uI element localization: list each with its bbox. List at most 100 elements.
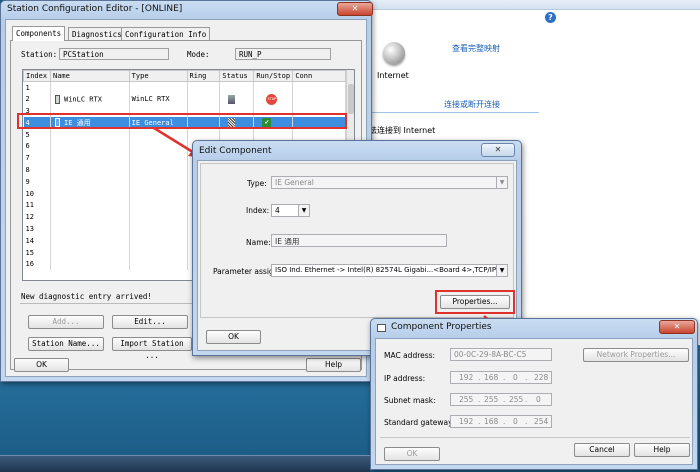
cell-name (50, 187, 130, 200)
cell-ring (187, 93, 221, 106)
tab-diagnostics[interactable]: Diagnostics (68, 27, 126, 41)
octet-dot: . (503, 395, 506, 404)
view-full-map-link[interactable]: 查看完整映射 (452, 43, 500, 54)
index-select[interactable]: 4 ▼ (271, 204, 310, 217)
cell-run-stop: STOP (253, 93, 294, 106)
name-label: Name: (246, 238, 271, 247)
chevron-down-icon[interactable]: ▼ (496, 265, 507, 276)
cell-name (50, 246, 130, 259)
column-header[interactable]: Conn (292, 70, 346, 82)
column-header[interactable]: Index (23, 70, 51, 82)
cell-type (129, 187, 188, 200)
ip-octet: 168 (484, 373, 499, 382)
cell-index: 10 (23, 187, 51, 200)
cell-type (129, 81, 188, 94)
cell-name (50, 140, 130, 153)
type-label: Type: (247, 179, 267, 188)
station-name-button[interactable]: Station Name... (28, 337, 104, 351)
cell-type (129, 223, 188, 235)
column-header[interactable]: Name (49, 70, 130, 82)
gateway-octet: 254 (534, 417, 549, 426)
close-button[interactable]: ✕ (481, 143, 515, 157)
close-button[interactable]: ✕ (659, 320, 695, 334)
table-row[interactable]: 1 (23, 81, 346, 94)
status-message: New diagnostic entry arrived! (21, 292, 152, 301)
gateway-field: 192 . 168 . 0 . 254 (450, 415, 552, 428)
octet-dot: . (478, 417, 481, 426)
cell-name (50, 199, 130, 212)
ok-button[interactable]: OK (206, 330, 261, 344)
column-header[interactable]: Status (219, 70, 255, 82)
column-header[interactable]: Type (128, 70, 188, 82)
ip-octet: 192 (459, 373, 474, 382)
ok-button[interactable]: OK (14, 358, 69, 372)
network-properties-button[interactable]: Network Properties... (583, 348, 689, 362)
cell-index: 16 (23, 258, 51, 271)
window-icon (377, 324, 386, 332)
cell-name (50, 164, 130, 176)
window-title: Station Configuration Editor - [ONLINE] (7, 4, 183, 14)
octet-dot: . (503, 417, 506, 426)
cell-index: 7 (23, 152, 51, 165)
cannot-connect-text: 法连接到 Internet (369, 126, 436, 135)
properties-highlight-box (435, 290, 515, 314)
index-value: 4 (275, 206, 280, 215)
mode-field: RUN_P (235, 48, 331, 60)
cancel-button[interactable]: Cancel (574, 443, 630, 457)
column-header[interactable]: Ring (186, 70, 221, 82)
parameter-select[interactable]: ISO Ind. Ethernet -> Intel(R) 82574L Gig… (271, 264, 508, 277)
subnet-field: 255 . 255 . 255 . 0 (450, 393, 552, 406)
ok-button[interactable]: OK (384, 447, 440, 461)
cell-index: 13 (23, 223, 51, 235)
subnet-octet: 255 (484, 395, 499, 404)
cell-type (129, 199, 188, 212)
help-icon[interactable]: ? (545, 12, 556, 23)
add-button[interactable]: Add... (28, 315, 104, 329)
table-header: Index Name Type Ring Status Run/Stop Con… (23, 70, 346, 82)
component-properties-window: Component Properties ✕ MAC address: 00-0… (370, 318, 698, 470)
trash-icon (228, 94, 236, 104)
cell-name (50, 152, 130, 165)
table-row[interactable]: 2 WinLC RTX WinLC RTX STOP (23, 93, 346, 106)
tab-configuration-info[interactable]: Configuration Info (121, 27, 211, 41)
station-label: Station: (21, 50, 58, 59)
cell-type (129, 175, 188, 188)
cell-index: 15 (23, 246, 51, 259)
parameter-label: Parameter assig.: (213, 267, 279, 276)
type-value: IE General (275, 178, 314, 187)
station-field: PCStation (59, 48, 169, 60)
ip-octet: 0 (513, 373, 518, 382)
gateway-octet: 168 (484, 417, 499, 426)
divider (380, 437, 690, 438)
cell-type (129, 234, 188, 247)
cell-index: 6 (23, 140, 51, 153)
divider (369, 112, 539, 113)
stop-icon: STOP (266, 93, 278, 105)
octet-dot: . (478, 395, 481, 404)
cell-name (50, 234, 130, 247)
globe-icon (383, 42, 405, 64)
edit-button[interactable]: Edit... (112, 315, 188, 329)
cell-ring (187, 81, 221, 94)
chevron-down-icon[interactable]: ▼ (298, 205, 309, 216)
component-properties-client: MAC address: 00-0C-29-8A-BC-C5 Network P… (375, 338, 693, 465)
connect-disconnect-link[interactable]: 连接或断开连接 (444, 99, 500, 110)
cell-index: 9 (23, 175, 51, 188)
network-window-header (369, 0, 700, 10)
close-button[interactable]: ✕ (337, 2, 373, 16)
tab-components[interactable]: Components (12, 26, 66, 41)
cell-index: 8 (23, 164, 51, 176)
cell-type (129, 258, 188, 271)
help-button[interactable]: Help (306, 358, 361, 372)
scrollbar-thumb[interactable] (348, 84, 354, 114)
help-button[interactable]: Help (634, 443, 690, 457)
internet-label: Internet (377, 71, 409, 80)
column-header[interactable]: Run/Stop (253, 70, 294, 82)
mode-label: Mode: (187, 50, 210, 59)
import-station-button[interactable]: Import Station ... (112, 337, 192, 360)
cell-run-stop (253, 128, 294, 141)
octet-dot: . (525, 373, 528, 382)
octet-dot: . (525, 395, 528, 404)
subnet-octet: 255 (509, 395, 524, 404)
parameter-value: ISO Ind. Ethernet -> Intel(R) 82574L Gig… (275, 266, 508, 274)
